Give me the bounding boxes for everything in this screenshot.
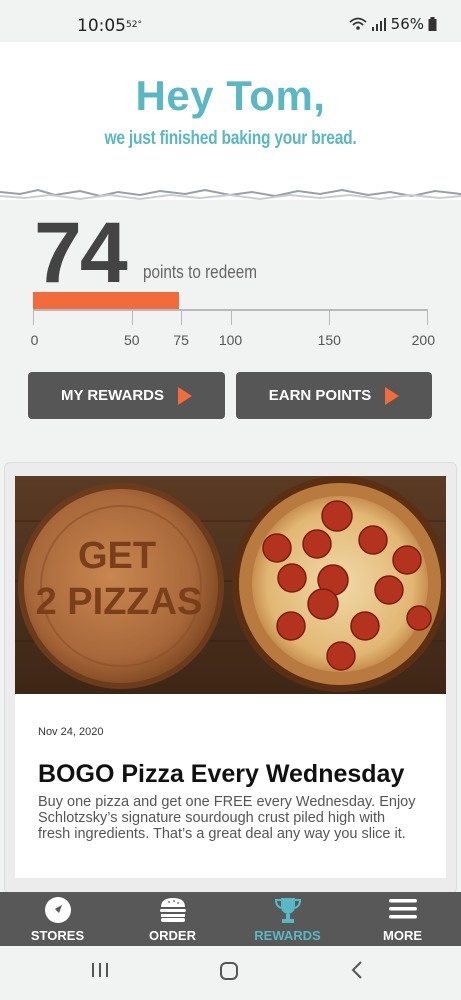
my-rewards-label: MY REWARDS bbox=[60, 387, 165, 404]
progress-tick bbox=[427, 309, 428, 325]
compass-icon bbox=[44, 897, 71, 923]
progress-tick bbox=[329, 309, 331, 325]
progress-tick-label: 0 bbox=[30, 332, 39, 348]
arrow-right-icon bbox=[385, 386, 400, 405]
trophy-icon bbox=[274, 898, 301, 923]
home-icon[interactable] bbox=[218, 960, 240, 982]
menu-icon bbox=[388, 899, 417, 919]
progress-tick-label: 150 bbox=[317, 332, 341, 348]
recent-apps-icon[interactable] bbox=[90, 960, 110, 980]
promo-image: GET 2 PIZZAS bbox=[15, 476, 446, 694]
points-value: 74 bbox=[34, 205, 128, 301]
tab-more-label: MORE bbox=[383, 928, 422, 943]
earn-points-button[interactable]: EARN POINTS bbox=[236, 372, 432, 419]
progress-tick-label: 75 bbox=[173, 332, 189, 348]
tab-stores[interactable]: STORES bbox=[0, 892, 115, 946]
status-time: 10:05 bbox=[77, 16, 126, 36]
arrow-right-icon bbox=[178, 386, 193, 405]
bottom-tab-bar: STORES ORDER REWARDS MORE bbox=[0, 892, 461, 946]
post-title: BOGO Pizza Every Wednesday bbox=[38, 760, 405, 788]
greeting-message: we just finished baking your bread. bbox=[104, 128, 357, 149]
progress-tick bbox=[33, 309, 34, 325]
promo-text-line1: GET bbox=[78, 535, 156, 577]
progress-tick bbox=[181, 309, 183, 325]
battery-icon bbox=[428, 17, 437, 31]
tab-more[interactable]: MORE bbox=[345, 892, 460, 946]
greeting-heading: Hey Tom, bbox=[135, 72, 326, 119]
post-date: Nov 24, 2020 bbox=[38, 726, 104, 738]
burger-icon bbox=[159, 898, 186, 922]
progress-tick-label: 200 bbox=[411, 332, 436, 348]
battery-percent: 56% bbox=[390, 15, 424, 33]
progress-tick-label: 100 bbox=[218, 332, 243, 348]
progress-tick bbox=[230, 309, 232, 325]
tab-order[interactable]: ORDER bbox=[115, 892, 230, 946]
points-label: points to redeem bbox=[143, 262, 257, 282]
my-rewards-button[interactable]: MY REWARDS bbox=[28, 372, 225, 419]
tab-stores-label: STORES bbox=[30, 928, 85, 943]
signal-icon bbox=[371, 18, 386, 31]
status-temperature: 52° bbox=[126, 20, 142, 30]
status-bar: 10:05 52° 56% bbox=[0, 0, 461, 42]
back-icon[interactable] bbox=[349, 960, 365, 980]
promo-text-line2: 2 PIZZAS bbox=[36, 581, 203, 623]
status-icons: 56% bbox=[349, 15, 437, 33]
earn-points-label: EARN POINTS bbox=[268, 387, 372, 404]
progress-tick bbox=[131, 309, 133, 325]
system-nav-bar bbox=[0, 946, 461, 1000]
tab-order-label: ORDER bbox=[149, 928, 196, 943]
progress-tick-label: 50 bbox=[123, 332, 140, 348]
header-banner bbox=[0, 42, 461, 200]
news-card[interactable]: GET 2 PIZZAS Nov 24, 2020 BOGO Pizza Eve… bbox=[15, 476, 446, 878]
wifi-icon bbox=[349, 17, 367, 30]
tab-rewards[interactable]: REWARDS bbox=[230, 892, 345, 946]
post-body: Buy one pizza and get one FREE every Wed… bbox=[38, 794, 416, 842]
tab-rewards-label: REWARDS bbox=[254, 928, 321, 943]
progress-fill bbox=[33, 292, 180, 309]
